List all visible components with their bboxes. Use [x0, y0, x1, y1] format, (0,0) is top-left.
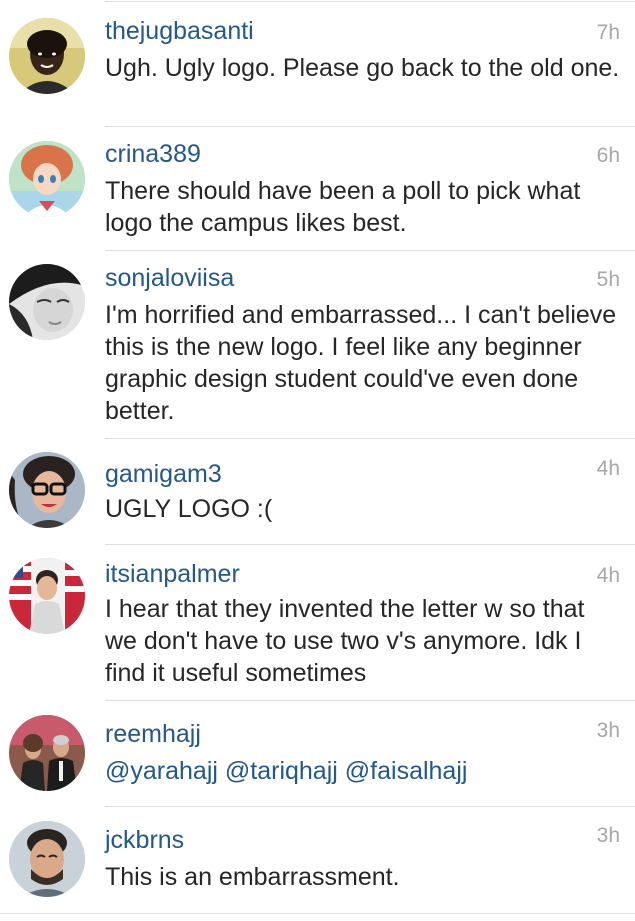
- cartoon-avatar-photo-icon: [9, 141, 85, 217]
- mention-link[interactable]: @faisalhajj: [345, 757, 468, 785]
- user-avatar[interactable]: [9, 18, 85, 94]
- timestamp: 5h: [596, 268, 620, 291]
- comment-text: UGLY LOGO :(: [105, 495, 273, 523]
- comment-item: jckbrns 3h This is an embarrassment.: [0, 807, 635, 913]
- portrait-photo-icon: [9, 821, 85, 897]
- timestamp: 6h: [596, 144, 620, 167]
- timestamp: 3h: [596, 824, 620, 847]
- timestamp: 4h: [596, 457, 620, 480]
- username-link[interactable]: itsianpalmer: [105, 559, 240, 589]
- comment-item: gamigam3 4h UGLY LOGO :(: [0, 439, 635, 545]
- username-link[interactable]: crina389: [105, 139, 201, 169]
- group-photo-icon: [9, 715, 85, 791]
- comment-text: This is an embarrassment.: [105, 863, 400, 891]
- comment-text: There should have been a poll to pick wh…: [105, 177, 581, 237]
- user-avatar-photo-icon: [9, 18, 85, 94]
- comment-item: itsianpalmer 4h I hear that they invente…: [0, 545, 635, 701]
- comment-item: reemhajj 3h @yarahajj @tariqhajj @faisal…: [0, 701, 635, 807]
- bw-portrait-photo-icon: [9, 264, 85, 340]
- username-link[interactable]: sonjaloviisa: [105, 263, 234, 293]
- user-avatar[interactable]: [9, 715, 85, 791]
- user-avatar[interactable]: [9, 264, 85, 340]
- comment-text: I'm horrified and embarrassed... I can't…: [105, 301, 617, 425]
- comment-text: I hear that they invented the letter w s…: [105, 595, 585, 687]
- user-avatar[interactable]: [9, 558, 85, 634]
- timestamp: 4h: [596, 564, 620, 587]
- username-link[interactable]: gamigam3: [105, 459, 222, 489]
- mention-link[interactable]: @tariqhajj: [225, 757, 338, 785]
- username-link[interactable]: jckbrns: [105, 825, 184, 855]
- mention-link[interactable]: @yarahajj: [105, 757, 218, 785]
- comment-list: thejugbasanti 7h Ugh. Ugly logo. Please …: [0, 0, 635, 921]
- flag-portrait-photo-icon: [9, 558, 85, 634]
- user-avatar[interactable]: [9, 141, 85, 217]
- comment-item: sonjaloviisa 5h I'm horrified and embarr…: [0, 251, 635, 439]
- user-avatar[interactable]: [9, 821, 85, 897]
- comment-item: thejugbasanti 7h Ugh. Ugly logo. Please …: [0, 2, 635, 127]
- mentions: @yarahajj @tariqhajj @faisalhajj: [105, 755, 467, 787]
- divider: [0, 913, 635, 914]
- comment-item: crina389 6h There should have been a pol…: [0, 127, 635, 251]
- username-link[interactable]: reemhajj: [105, 719, 201, 749]
- timestamp: 7h: [596, 21, 620, 44]
- username-link[interactable]: thejugbasanti: [105, 16, 254, 46]
- comment-text: Ugh. Ugly logo. Please go back to the ol…: [105, 54, 620, 82]
- timestamp: 3h: [596, 719, 620, 742]
- user-avatar[interactable]: [9, 452, 85, 528]
- glasses-portrait-photo-icon: [9, 452, 85, 528]
